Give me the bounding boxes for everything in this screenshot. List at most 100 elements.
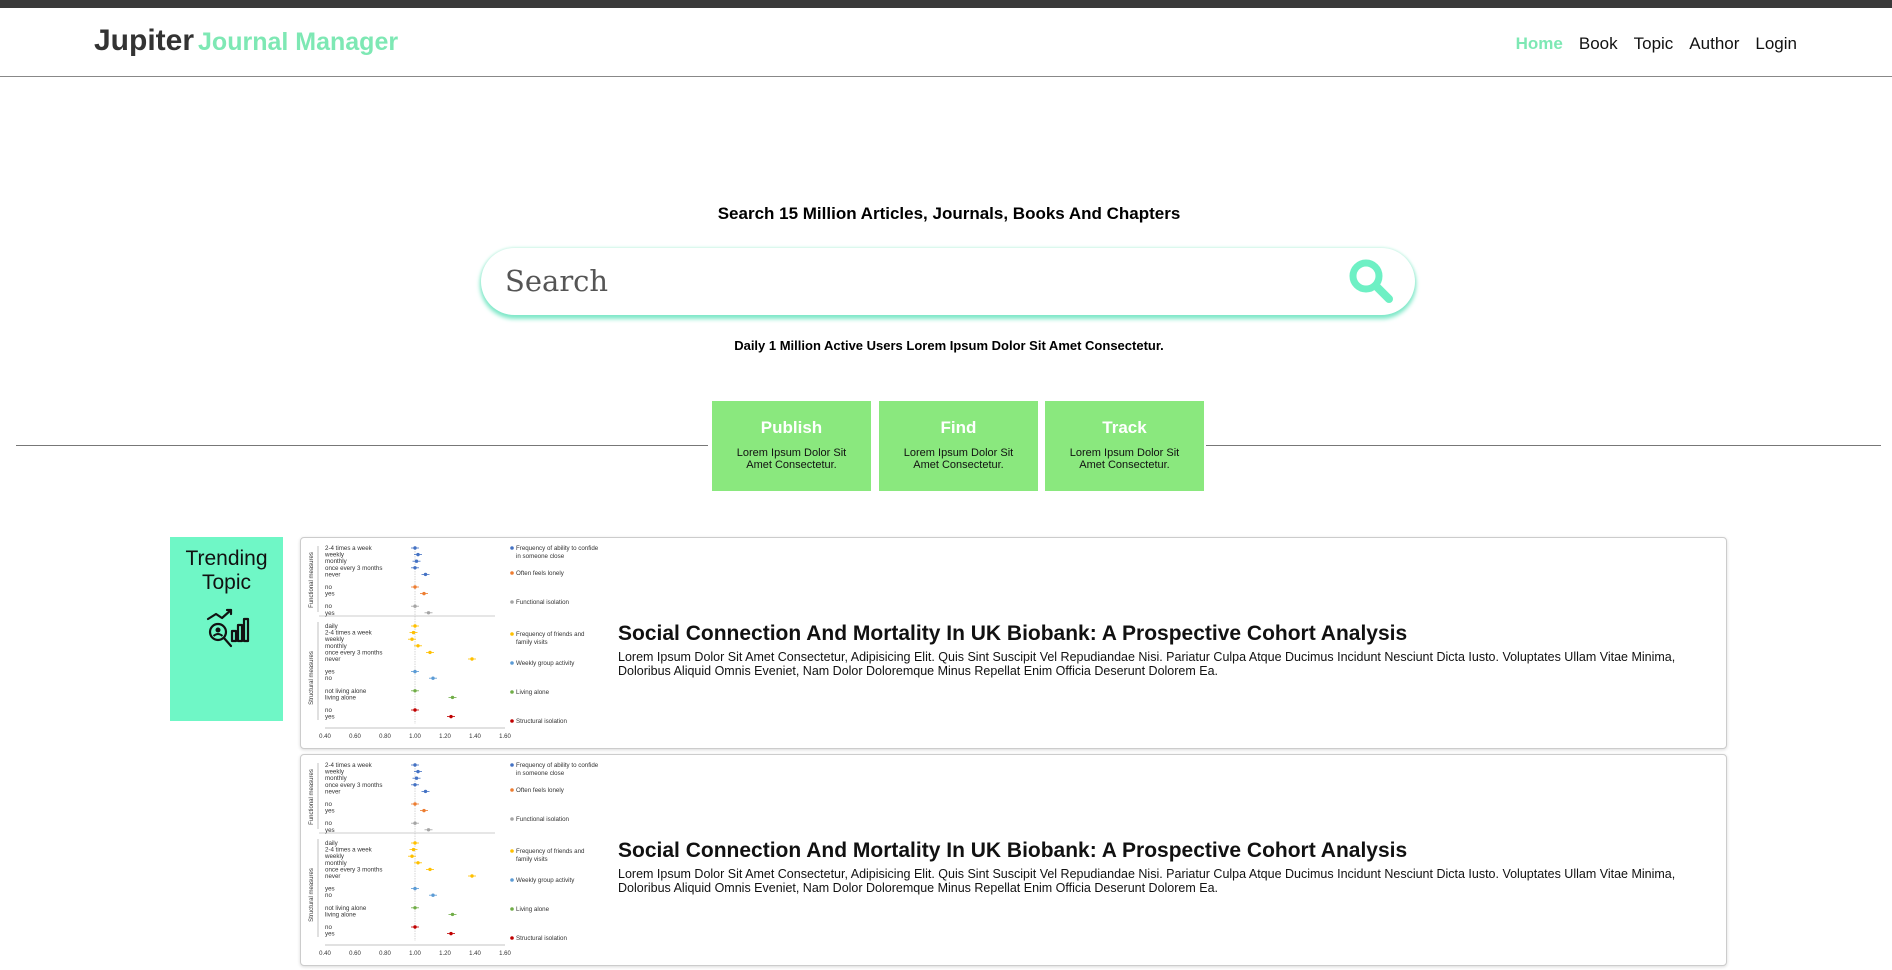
legend-swatch xyxy=(510,936,514,940)
nav-item-topic[interactable]: Topic xyxy=(1634,34,1674,54)
data-point xyxy=(413,566,417,570)
feature-find[interactable]: Find Lorem Ipsum Dolor Sit Amet Consecte… xyxy=(879,401,1038,491)
legend-label: Weekly group activity xyxy=(516,877,575,884)
data-point xyxy=(423,789,428,794)
row-label: yes xyxy=(325,808,335,815)
search-input[interactable] xyxy=(505,258,1305,304)
x-tick-label: 0.40 xyxy=(319,951,331,957)
legend-label: Often feels lonely xyxy=(516,787,565,794)
legend-swatch xyxy=(510,571,514,575)
data-point xyxy=(413,821,417,825)
row-label: yes xyxy=(325,610,335,617)
brand-name: Jupiter xyxy=(94,24,195,57)
legend-swatch xyxy=(510,878,514,882)
data-point xyxy=(413,689,417,693)
data-point xyxy=(413,585,417,589)
x-tick-label: 1.60 xyxy=(499,734,511,740)
legend-swatch xyxy=(510,661,514,665)
legend-label: Weekly group activity xyxy=(516,660,575,667)
data-point xyxy=(431,676,435,680)
article-thumbnail-chart: Functional measuresStructural measures2-… xyxy=(309,762,599,957)
legend-swatch xyxy=(510,849,514,853)
data-point xyxy=(470,874,474,878)
x-tick-label: 1.00 xyxy=(409,951,421,957)
feature-title: Find xyxy=(940,418,977,437)
legend-label: Frequency of ability to confide in someon… xyxy=(516,762,599,777)
row-label: yes xyxy=(325,591,335,598)
feature-publish[interactable]: Publish Lorem Ipsum Dolor Sit Amet Conse… xyxy=(712,401,871,491)
group-label: Structural measures xyxy=(309,868,315,922)
data-point xyxy=(410,854,414,858)
article-card[interactable]: Functional measures Structural measures 2-… xyxy=(300,537,1727,749)
group-label: Structural measures xyxy=(309,651,315,705)
legend-label: Living alone xyxy=(516,689,550,696)
data-point xyxy=(413,841,417,845)
legend-swatch xyxy=(510,763,514,767)
data-point xyxy=(413,783,417,787)
legend-label: Frequency of friends and family visits xyxy=(516,631,585,646)
article-title: Social Connection And Mortality In UK Bi… xyxy=(618,839,1408,862)
x-tick-label: 1.40 xyxy=(469,951,481,957)
legend-swatch xyxy=(510,546,514,550)
x-tick-label: 1.20 xyxy=(439,734,451,740)
row-label: never xyxy=(325,571,340,578)
data-point xyxy=(431,893,435,897)
legend-swatch xyxy=(510,788,514,792)
data-point xyxy=(416,861,420,865)
data-point xyxy=(413,906,417,910)
search-bar xyxy=(481,248,1415,315)
feature-track[interactable]: Track Lorem Ipsum Dolor Sit Amet Consect… xyxy=(1045,401,1204,491)
legend-label: Frequency of ability to confide in someon… xyxy=(516,545,599,560)
row-label: living alone xyxy=(325,694,357,701)
row-label: living alone xyxy=(325,911,357,918)
data-point xyxy=(413,669,417,674)
x-tick-label: 0.40 xyxy=(319,734,331,740)
data-point xyxy=(449,931,453,936)
data-point xyxy=(470,657,474,661)
data-point xyxy=(413,886,417,891)
article-summary: Lorem Ipsum Dolor Sit Amet Consectetur, … xyxy=(618,867,1676,895)
nav-item-author[interactable]: Author xyxy=(1689,34,1739,54)
row-label: never xyxy=(325,873,340,880)
legend-swatch xyxy=(510,817,514,821)
x-tick-label: 0.80 xyxy=(379,734,391,740)
x-tick-label: 0.60 xyxy=(349,734,361,740)
data-point xyxy=(413,763,417,767)
trending-topic-panel[interactable]: Trending Topic xyxy=(170,537,283,721)
nav-item-login[interactable]: Login xyxy=(1755,34,1797,54)
search-button[interactable] xyxy=(1347,257,1395,305)
data-point xyxy=(414,559,419,563)
navbar: Jupiter Journal Manager Home Book Topic A… xyxy=(0,8,1892,77)
legend-swatch xyxy=(510,690,514,694)
row-label: never xyxy=(325,656,340,663)
data-point xyxy=(414,776,419,780)
brand-subtitle: Journal Manager xyxy=(198,28,399,56)
data-point xyxy=(416,552,420,557)
hero-subtitle: Daily 1 Million Active Users Lorem Ipsum… xyxy=(734,338,1164,353)
x-tick-label: 1.60 xyxy=(499,951,511,957)
data-point xyxy=(413,624,417,628)
x-tick-label: 1.40 xyxy=(469,734,481,740)
data-point xyxy=(422,808,426,813)
nav-item-book[interactable]: Book xyxy=(1579,34,1618,54)
divider-left xyxy=(16,445,708,446)
top-strip xyxy=(0,0,1892,8)
article-thumbnail-chart: Functional measuresStructural measures2-… xyxy=(309,545,599,740)
data-point xyxy=(428,867,432,872)
row-label: yes xyxy=(325,827,335,834)
divider-right xyxy=(1206,445,1881,446)
legend-label: Functional isolation xyxy=(516,816,570,823)
legend-label: Often feels lonely xyxy=(516,570,565,577)
x-tick-label: 1.00 xyxy=(409,734,421,740)
brand-logo[interactable]: Jupiter Journal Manager xyxy=(94,24,398,58)
legend-swatch xyxy=(510,719,514,723)
data-point xyxy=(449,714,453,719)
article-card[interactable]: Functional measures Structural measures 2-… xyxy=(300,754,1727,966)
row-label: no xyxy=(325,675,332,682)
data-point xyxy=(413,604,417,608)
data-point xyxy=(426,611,431,615)
data-point xyxy=(428,650,432,655)
search-icon xyxy=(1349,259,1393,303)
nav-item-home[interactable]: Home xyxy=(1516,34,1563,54)
data-point xyxy=(411,630,416,635)
